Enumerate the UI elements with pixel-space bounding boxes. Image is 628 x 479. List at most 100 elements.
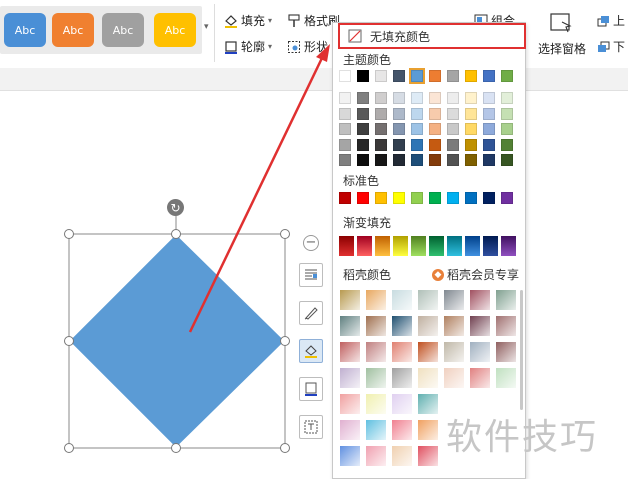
standard-color-swatch[interactable]	[393, 192, 405, 204]
gradient-swatch[interactable]	[393, 236, 408, 256]
gradient-swatch[interactable]	[429, 236, 444, 256]
standard-color-swatch[interactable]	[357, 192, 369, 204]
theme-shade-swatch[interactable]	[429, 92, 441, 104]
standard-color-swatch[interactable]	[447, 192, 459, 204]
vip-exclusive-link[interactable]: ◆ 稻壳会员专享	[432, 266, 519, 283]
resize-handle[interactable]	[171, 443, 181, 453]
theme-shade-swatch[interactable]	[501, 123, 513, 135]
theme-shade-swatch[interactable]	[483, 107, 495, 120]
standard-color-swatch[interactable]	[375, 192, 387, 204]
resize-handle[interactable]	[64, 336, 74, 346]
theme-shade-swatch[interactable]	[465, 123, 477, 135]
wrap-text-button[interactable]	[299, 263, 323, 287]
theme-shade-swatch[interactable]	[393, 123, 405, 135]
texture-swatch[interactable]	[392, 394, 412, 414]
texture-swatch[interactable]	[470, 316, 490, 336]
outline-button[interactable]: 轮廓 ▾	[224, 38, 272, 55]
theme-shade-swatch[interactable]	[375, 154, 387, 166]
resize-handle[interactable]	[280, 229, 290, 239]
resize-handle[interactable]	[280, 443, 290, 453]
theme-shade-swatch[interactable]	[483, 92, 495, 104]
theme-shade-swatch[interactable]	[339, 107, 351, 120]
theme-shade-swatch[interactable]	[483, 154, 495, 166]
theme-shade-swatch[interactable]	[357, 154, 369, 166]
theme-shade-swatch[interactable]	[411, 138, 423, 151]
gradient-swatch[interactable]	[465, 236, 480, 256]
theme-shade-swatch[interactable]	[339, 138, 351, 151]
texture-swatch[interactable]	[496, 290, 516, 310]
texture-swatch[interactable]	[418, 420, 438, 440]
texture-swatch[interactable]	[392, 446, 412, 466]
selection-pane-button[interactable]	[548, 12, 574, 34]
theme-color-swatch[interactable]	[357, 70, 369, 82]
gradient-swatch[interactable]	[483, 236, 498, 256]
pen-button[interactable]	[299, 301, 323, 325]
theme-shade-swatch[interactable]	[357, 138, 369, 151]
texture-swatch[interactable]	[444, 290, 464, 310]
theme-shade-swatch[interactable]	[501, 154, 513, 166]
texture-swatch[interactable]	[496, 316, 516, 336]
theme-shade-swatch[interactable]	[465, 154, 477, 166]
theme-color-swatch[interactable]	[429, 70, 441, 82]
send-backward-button[interactable]: 下	[596, 38, 625, 55]
gradient-swatch[interactable]	[411, 236, 426, 256]
theme-color-swatch[interactable]	[447, 70, 459, 82]
texture-swatch[interactable]	[340, 394, 360, 414]
theme-shade-swatch[interactable]	[429, 107, 441, 120]
theme-shade-swatch[interactable]	[447, 154, 459, 166]
texture-swatch[interactable]	[392, 420, 412, 440]
theme-shade-swatch[interactable]	[429, 138, 441, 151]
bring-forward-button[interactable]: 上	[596, 12, 625, 29]
texture-swatch[interactable]	[340, 446, 360, 466]
texture-swatch[interactable]	[418, 342, 438, 362]
theme-shade-swatch[interactable]	[483, 138, 495, 151]
texture-swatch[interactable]	[418, 394, 438, 414]
texture-swatch[interactable]	[496, 342, 516, 362]
texture-swatch[interactable]	[366, 368, 386, 388]
texture-swatch[interactable]	[366, 420, 386, 440]
theme-shade-swatch[interactable]	[393, 107, 405, 120]
theme-color-swatch[interactable]	[501, 70, 513, 82]
theme-shade-swatch[interactable]	[357, 123, 369, 135]
texture-swatch[interactable]	[392, 290, 412, 310]
texture-swatch[interactable]	[470, 342, 490, 362]
standard-color-swatch[interactable]	[429, 192, 441, 204]
theme-shade-swatch[interactable]	[411, 123, 423, 135]
theme-shade-swatch[interactable]	[411, 107, 423, 120]
fill-button[interactable]: 填充 ▾	[224, 12, 272, 29]
theme-shade-swatch[interactable]	[375, 92, 387, 104]
texture-swatch[interactable]	[392, 342, 412, 362]
rotate-handle-icon[interactable]: ↻	[167, 199, 184, 216]
theme-shade-swatch[interactable]	[465, 92, 477, 104]
outline-shape-button[interactable]	[299, 377, 323, 401]
resize-handle[interactable]	[280, 336, 290, 346]
resize-handle[interactable]	[64, 443, 74, 453]
texture-swatch[interactable]	[366, 342, 386, 362]
gradient-swatch[interactable]	[339, 236, 354, 256]
theme-color-swatch[interactable]	[483, 70, 495, 82]
theme-color-swatch[interactable]	[409, 68, 425, 84]
theme-color-swatch[interactable]	[375, 70, 387, 82]
standard-color-swatch[interactable]	[411, 192, 423, 204]
texture-swatch[interactable]	[418, 446, 438, 466]
theme-shade-swatch[interactable]	[393, 154, 405, 166]
theme-shade-swatch[interactable]	[375, 123, 387, 135]
theme-shade-swatch[interactable]	[447, 107, 459, 120]
theme-color-swatch[interactable]	[393, 70, 405, 82]
texture-swatch[interactable]	[340, 420, 360, 440]
resize-handle[interactable]	[171, 229, 181, 239]
theme-shade-swatch[interactable]	[375, 107, 387, 120]
theme-color-swatch[interactable]	[465, 70, 477, 82]
dropdown-scrollbar[interactable]	[520, 290, 523, 410]
theme-shade-swatch[interactable]	[483, 123, 495, 135]
texture-swatch[interactable]	[340, 342, 360, 362]
standard-color-swatch[interactable]	[465, 192, 477, 204]
gradient-swatch[interactable]	[501, 236, 516, 256]
theme-shade-swatch[interactable]	[357, 107, 369, 120]
standard-color-swatch[interactable]	[339, 192, 351, 204]
theme-shade-swatch[interactable]	[411, 154, 423, 166]
texture-swatch[interactable]	[340, 368, 360, 388]
no-fill-option[interactable]: 无填充颜色	[338, 23, 526, 49]
texture-swatch[interactable]	[366, 290, 386, 310]
theme-shade-swatch[interactable]	[447, 92, 459, 104]
